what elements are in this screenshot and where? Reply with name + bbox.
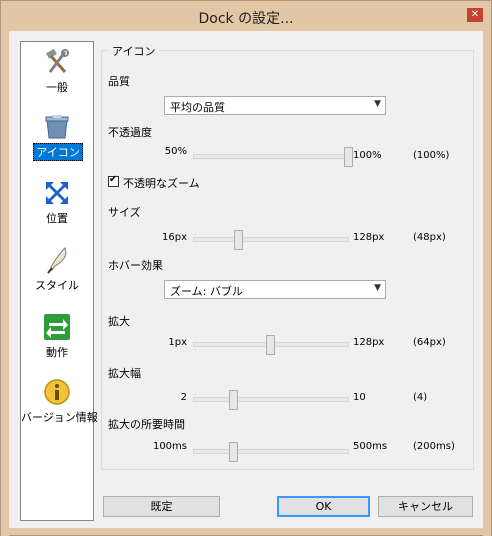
zoom-time-min-label: 100ms (152, 441, 187, 452)
zoom-width-current-value: (4) (413, 392, 428, 403)
sidebar-item-label: スタイル (35, 279, 79, 292)
size-label: サイズ (108, 206, 141, 219)
quality-label: 品質 (108, 75, 130, 88)
zoom-slider[interactable] (193, 335, 349, 355)
window-frame-bottom (1, 527, 491, 535)
hover-effect-dropdown-value: ズーム: バブル (170, 285, 243, 298)
move-arrows-icon (46, 182, 68, 204)
sidebar-item-about[interactable]: バージョン情報 (21, 376, 98, 436)
opacity-max-label: 100% (353, 150, 382, 161)
zoom-width-label: 拡大幅 (108, 367, 141, 380)
zoom-label: 拡大 (108, 315, 130, 328)
sidebar-item-label: 位置 (46, 212, 68, 225)
opacity-slider-thumb[interactable] (344, 147, 353, 167)
chevron-down-icon: ▼ (374, 283, 381, 293)
window-frame-left (1, 31, 9, 536)
quality-dropdown[interactable]: 平均の品質 ▼ (164, 96, 386, 115)
zoom-max-label: 128px (353, 337, 385, 348)
zoom-time-max-label: 500ms (353, 441, 388, 452)
zoom-width-slider[interactable] (193, 390, 349, 410)
info-icon (44, 379, 70, 405)
cancel-button[interactable]: キャンセル (378, 496, 473, 517)
sidebar-item-icons[interactable]: アイコン (21, 110, 93, 170)
sidebar-item-style[interactable]: スタイル (21, 244, 93, 304)
sidebar-item-label: バージョン情報 (21, 411, 98, 424)
window-title: Dock の設定... (198, 11, 294, 27)
zoom-current-value: (64px) (413, 337, 446, 348)
size-slider[interactable] (193, 230, 349, 250)
settings-category-list: 一般 アイコン 位置 スタイル 動作 バージョン情報 (20, 41, 98, 521)
quality-dropdown-value: 平均の品質 (170, 101, 225, 114)
sidebar-item-label: アイコン (33, 143, 83, 161)
title-bar[interactable]: Dock の設定... ✕ (1, 1, 491, 31)
opacity-label: 不透過度 (108, 126, 152, 139)
checkmark-icon: ✔ (109, 174, 118, 185)
zoom-width-max-label: 10 (353, 392, 366, 403)
zoom-time-slider-thumb[interactable] (228, 442, 238, 462)
zoom-width-slider-thumb[interactable] (228, 390, 238, 410)
recycle-bin-icon (45, 115, 69, 139)
sidebar-item-behavior[interactable]: 動作 (21, 311, 93, 371)
hover-effect-dropdown[interactable]: ズーム: バブル ▼ (164, 280, 386, 299)
opaque-zoom-label[interactable]: 不透明なズーム (123, 175, 200, 191)
size-slider-thumb[interactable] (233, 230, 243, 250)
sidebar-item-general[interactable]: 一般 (21, 46, 93, 106)
opacity-current-value: (100%) (413, 150, 450, 161)
dialog-client-area: 一般 アイコン 位置 スタイル 動作 バージョン情報 アイコン 品質 平均の品質… (9, 31, 483, 528)
quill-icon (47, 247, 67, 274)
zoom-min-label: 1px (168, 337, 187, 348)
default-button[interactable]: 既定 (103, 496, 220, 517)
dock-settings-window: Dock の設定... ✕ 一般 アイコン 位置 スタイル 動作 バージョン情報… (0, 0, 492, 536)
ok-button[interactable]: OK (277, 496, 370, 517)
hover-effect-label: ホバー効果 (108, 259, 163, 272)
sidebar-item-label: 動作 (46, 346, 68, 359)
zoom-time-label: 拡大の所要時間 (108, 418, 185, 431)
size-min-label: 16px (162, 232, 187, 243)
zoom-width-min-label: 2 (180, 392, 187, 403)
zoom-time-current-value: (200ms) (413, 441, 455, 452)
close-button[interactable]: ✕ (467, 8, 483, 22)
tools-icon (46, 48, 69, 73)
sidebar-item-label: 一般 (46, 81, 68, 94)
window-frame-right (483, 31, 491, 536)
opaque-zoom-checkbox[interactable]: ✔ (108, 174, 119, 187)
opacity-slider[interactable] (193, 147, 353, 167)
size-current-value: (48px) (413, 232, 446, 243)
group-title: アイコン (109, 43, 159, 59)
zoom-slider-thumb[interactable] (266, 335, 276, 355)
sidebar-item-position[interactable]: 位置 (21, 177, 93, 237)
chevron-down-icon: ▼ (374, 99, 381, 109)
exchange-arrows-icon (44, 314, 70, 340)
opacity-min-label: 50% (164, 146, 187, 157)
size-max-label: 128px (353, 232, 385, 243)
zoom-time-slider[interactable] (193, 442, 349, 462)
